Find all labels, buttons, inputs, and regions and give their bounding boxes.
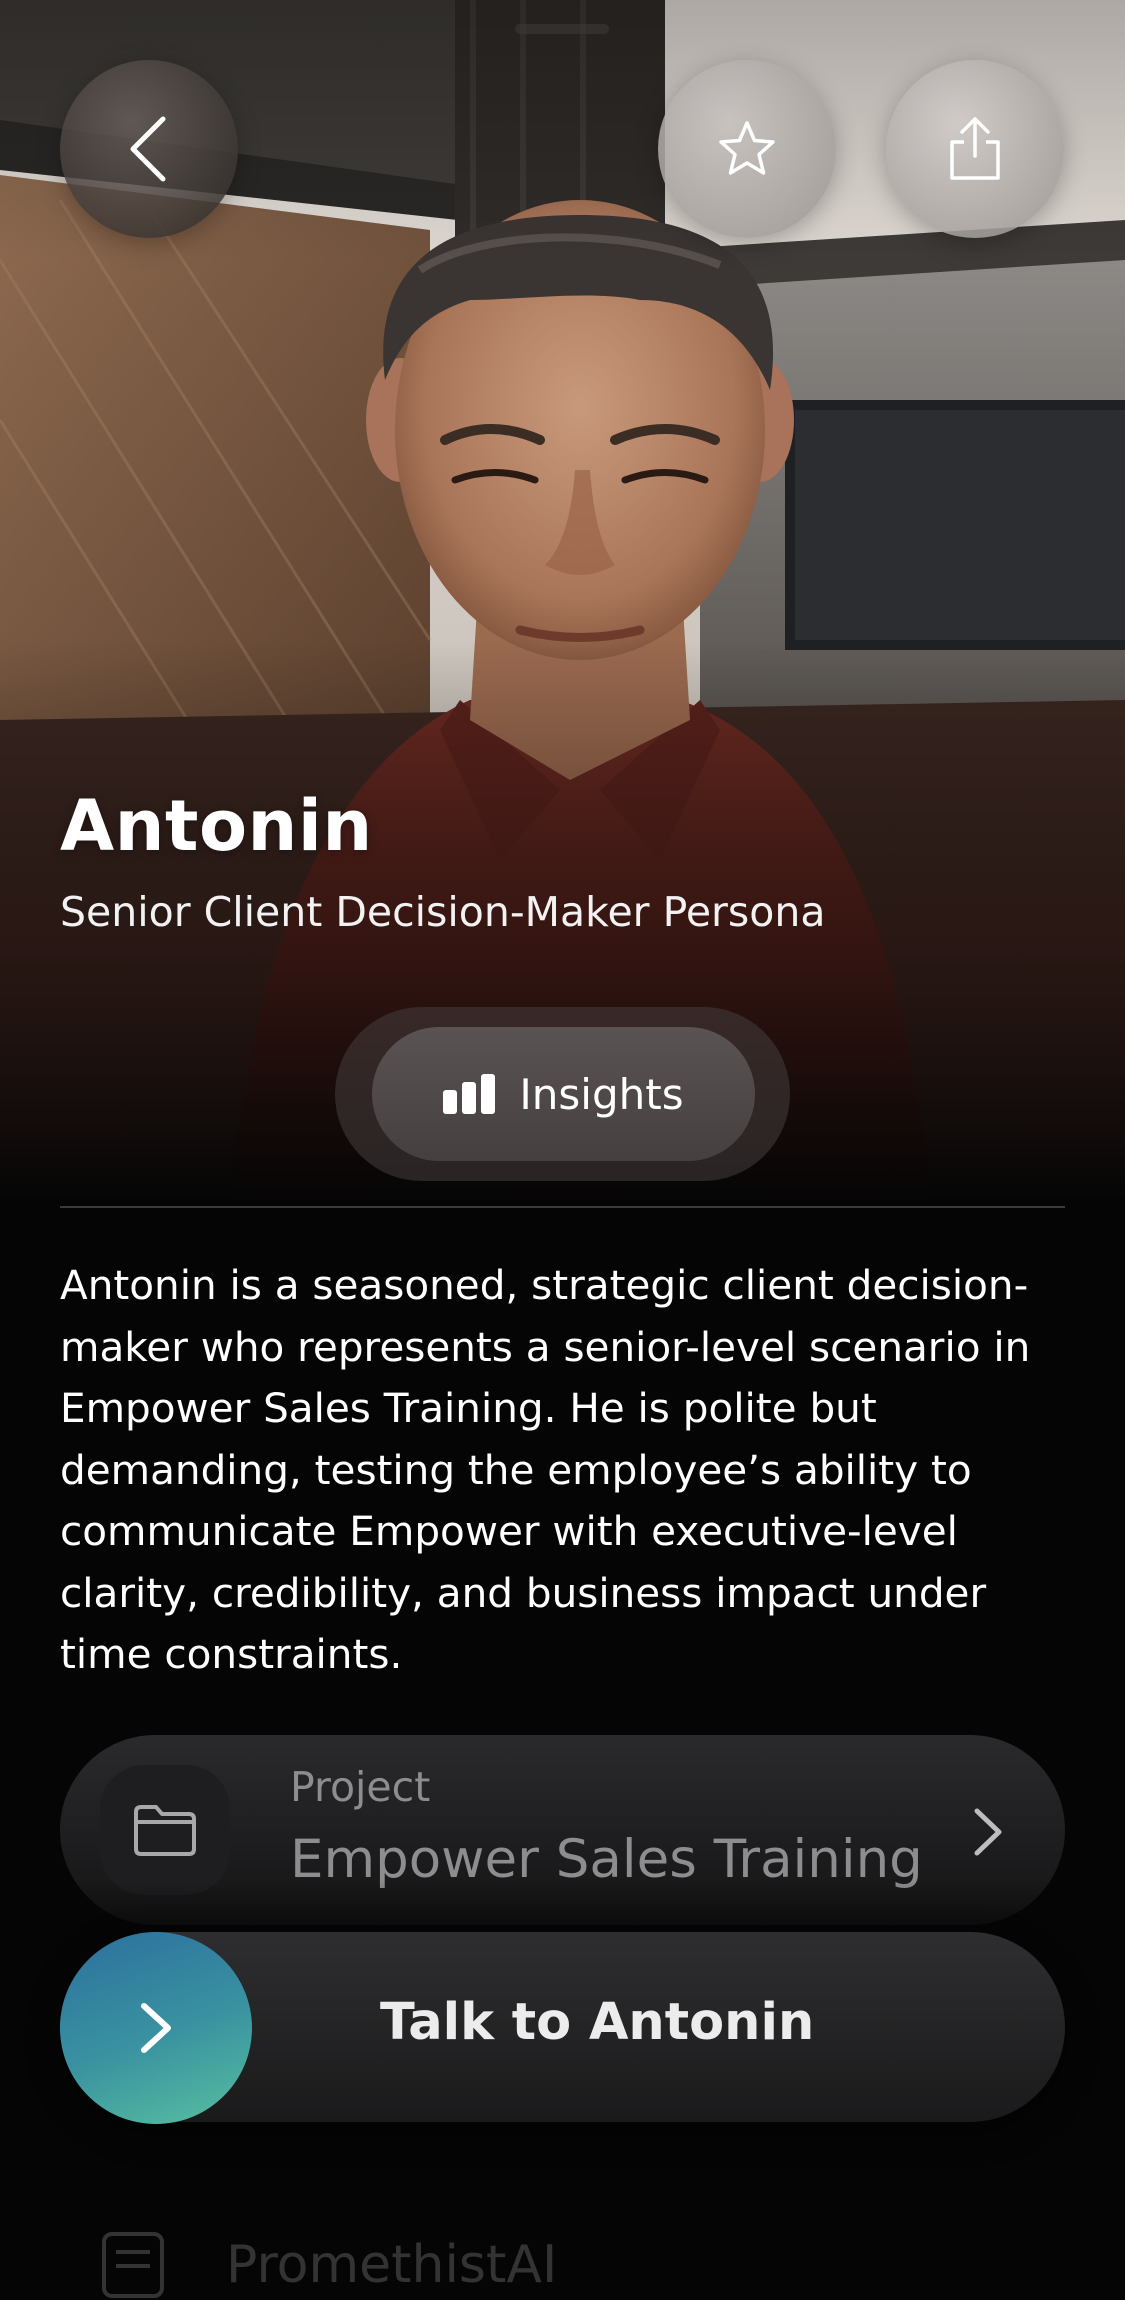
insights-label: Insights bbox=[519, 1069, 684, 1119]
project-icon-container bbox=[100, 1765, 230, 1895]
talk-slider-handle[interactable] bbox=[60, 1932, 252, 2124]
list-item-partial[interactable]: PromethistAI bbox=[100, 2230, 557, 2300]
share-button[interactable] bbox=[886, 60, 1064, 238]
grabber-handle[interactable] bbox=[515, 24, 609, 34]
share-icon bbox=[950, 117, 1000, 180]
back-button[interactable] bbox=[60, 60, 238, 238]
persona-subtitle: Senior Client Decision-Maker Persona bbox=[60, 888, 826, 936]
bar-chart-icon bbox=[443, 1074, 496, 1114]
insights-button[interactable]: Insights bbox=[372, 1027, 755, 1161]
list-item-label: PromethistAI bbox=[226, 2235, 558, 2295]
project-label: Project bbox=[290, 1763, 431, 1811]
chevron-left-icon bbox=[130, 116, 166, 182]
divider bbox=[60, 1206, 1065, 1208]
persona-description: Antonin is a seasoned, strategic client … bbox=[60, 1261, 1031, 1678]
chevron-right-icon bbox=[974, 1808, 1002, 1856]
star-icon bbox=[719, 121, 775, 175]
talk-label: Talk to Antonin bbox=[380, 1993, 815, 2052]
chevron-right-icon bbox=[141, 2003, 171, 2053]
persona-name: Antonin bbox=[60, 785, 373, 867]
document-icon bbox=[102, 2232, 164, 2298]
folder-icon bbox=[134, 1805, 196, 1856]
favorite-button[interactable] bbox=[658, 60, 836, 238]
